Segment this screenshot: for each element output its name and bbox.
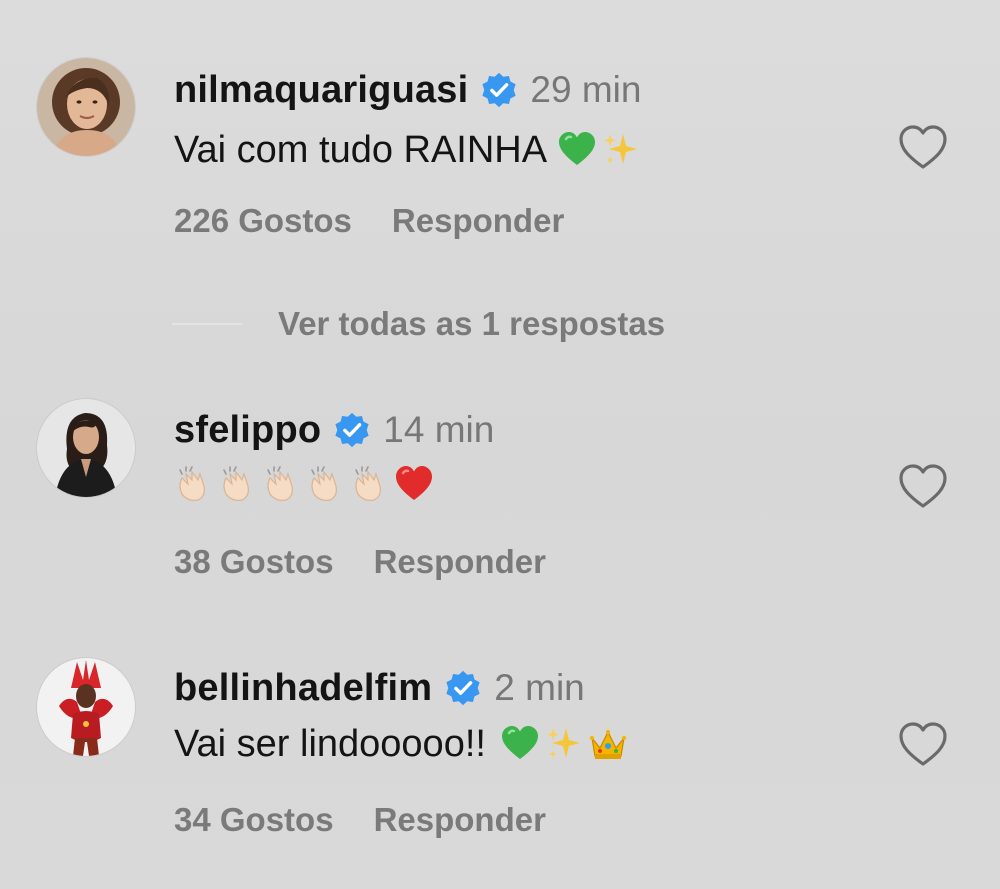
comment-header: nilmaquariguasi 29 min (174, 66, 641, 114)
username[interactable]: nilmaquariguasi (174, 69, 468, 112)
likes-count[interactable]: 38 Gostos (174, 543, 334, 581)
clapping-hands-emoji-icon (350, 464, 390, 504)
clapping-hands-emoji-icon (218, 464, 258, 504)
like-heart-icon[interactable] (897, 462, 949, 510)
comment-header: sfelippo 14 min (174, 406, 494, 454)
replies-divider (172, 323, 242, 325)
clapping-hands-emoji-icon (262, 464, 302, 504)
view-replies-button[interactable]: Ver todas as 1 respostas (172, 302, 665, 346)
comment-meta: 34 Gostos Responder (174, 798, 546, 842)
green-heart-emoji-icon (500, 724, 540, 764)
green-heart-emoji-icon (557, 130, 597, 170)
comment-meta: 226 Gostos Responder (174, 199, 564, 243)
sparkles-emoji-icon (601, 130, 641, 170)
crown-emoji-icon (588, 724, 628, 764)
verified-badge-icon (333, 411, 371, 449)
red-heart-emoji-icon (394, 464, 434, 504)
comment-text-line: Vai com tudo RAINHA (174, 124, 641, 176)
comment-text: Vai ser lindooooo!! (174, 722, 486, 765)
likes-count[interactable]: 226 Gostos (174, 202, 352, 240)
view-replies-label: Ver todas as 1 respostas (278, 305, 666, 342)
reply-button[interactable]: Responder (374, 543, 546, 581)
comment-text: Vai com tudo RAINHA (174, 128, 548, 171)
reply-button[interactable]: Responder (374, 801, 546, 839)
clapping-hands-emoji-icon (174, 464, 214, 504)
like-heart-icon[interactable] (897, 123, 949, 171)
avatar[interactable] (37, 658, 135, 756)
username[interactable]: sfelippo (174, 409, 321, 452)
username[interactable]: bellinhadelfim (174, 667, 432, 710)
comment-text-line: Vai ser lindooooo!! (174, 718, 628, 770)
reply-button[interactable]: Responder (392, 202, 564, 240)
avatar[interactable] (37, 399, 135, 497)
sparkles-emoji-icon (544, 724, 584, 764)
comment-text-line (174, 458, 434, 510)
comment-time: 14 min (383, 409, 495, 450)
woman-portrait-avatar-icon (37, 58, 135, 156)
verified-badge-icon (444, 669, 482, 707)
verified-badge-icon (480, 71, 518, 109)
emoji-run (174, 464, 434, 504)
clapping-hands-emoji-icon (306, 464, 346, 504)
comment-meta: 38 Gostos Responder (174, 540, 546, 584)
avatar[interactable] (37, 58, 135, 156)
carnival-costume-avatar-icon (37, 658, 135, 756)
like-heart-icon[interactable] (897, 720, 949, 768)
comment-time: 2 min (494, 667, 585, 708)
likes-count[interactable]: 34 Gostos (174, 801, 334, 839)
woman-dark-hair-avatar-icon (37, 399, 135, 497)
comment-header: bellinhadelfim 2 min (174, 664, 585, 712)
comment-time: 29 min (530, 69, 642, 110)
